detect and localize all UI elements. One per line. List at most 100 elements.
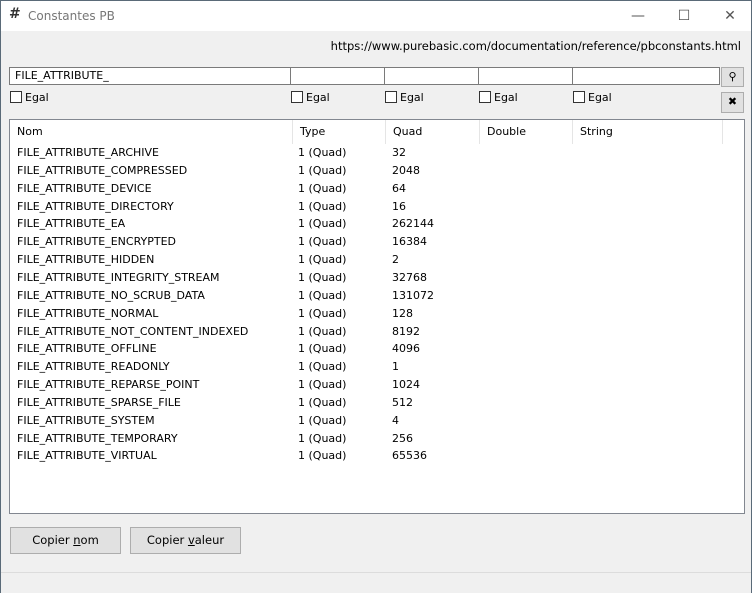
filter-string-input[interactable] — [572, 67, 720, 85]
window-title: Constantes PB — [28, 9, 115, 23]
table-row[interactable]: FILE_ATTRIBUTE_VIRTUAL 1 (Quad) 65536 — [10, 447, 744, 465]
cell-type: 1 (Quad) — [298, 181, 347, 195]
cell-type: 1 (Quad) — [298, 306, 347, 320]
table-row[interactable]: FILE_ATTRIBUTE_NORMAL 1 (Quad) 128 — [10, 305, 744, 323]
checkbox-label: Egal — [400, 90, 424, 104]
cell-name: FILE_ATTRIBUTE_ARCHIVE — [17, 146, 160, 159]
cell-type: 1 (Quad) — [298, 413, 347, 427]
table-row[interactable]: FILE_ATTRIBUTE_REPARSE_POINT 1 (Quad) 1024 — [10, 376, 744, 394]
cell-type: 1 (Quad) — [298, 449, 347, 463]
close-button[interactable]: ✕ — [707, 5, 752, 27]
table-row[interactable]: FILE_ATTRIBUTE_COMPRESSED 1 (Quad) 2048 — [10, 162, 744, 180]
table-row[interactable]: FILE_ATTRIBUTE_DEVICE 1 (Quad) 64 — [10, 180, 744, 198]
cell-type: 1 (Quad) — [298, 378, 347, 392]
mnemonic: v — [187, 533, 195, 547]
cell-type: 1 (Quad) — [298, 163, 347, 177]
button-label: Copier — [32, 533, 74, 547]
cell-name: FILE_ATTRIBUTE_TEMPORARY — [17, 431, 178, 445]
equal-checkbox-quad[interactable]: Egal — [385, 90, 424, 104]
table-row[interactable]: FILE_ATTRIBUTE_TEMPORARY 1 (Quad) 256 — [10, 430, 744, 448]
documentation-link[interactable]: https://www.purebasic.com/documentation/… — [331, 39, 741, 53]
filter-type-input[interactable] — [290, 67, 385, 85]
table-row[interactable]: FILE_ATTRIBUTE_READONLY 1 (Quad) 1 — [10, 358, 744, 376]
button-label: Copier — [146, 533, 188, 547]
cell-type: 1 (Quad) — [298, 288, 347, 302]
copy-name-button[interactable]: Copier nom — [10, 527, 121, 554]
title-bar: # Constantes PB — ☐ ✕ — [1, 1, 751, 31]
table-row[interactable]: FILE_ATTRIBUTE_HIDDEN 1 (Quad) 2 — [10, 251, 744, 269]
cell-name: FILE_ATTRIBUTE_READONLY — [17, 360, 170, 374]
cell-quad: 4096 — [392, 342, 420, 356]
maximize-button[interactable]: ☐ — [661, 5, 707, 27]
checkbox-label: Egal — [306, 90, 330, 104]
table-row[interactable]: FILE_ATTRIBUTE_NOT_CONTENT_INDEXED 1 (Qua… — [10, 323, 744, 341]
cell-name: FILE_ATTRIBUTE_SYSTEM — [17, 413, 155, 427]
cell-name: FILE_ATTRIBUTE_SPARSE_FILE — [17, 395, 181, 409]
search-button[interactable]: ⚲ — [721, 67, 744, 87]
equal-checkbox-string[interactable]: Egal — [573, 90, 612, 104]
constants-list[interactable]: Nom Type Quad Double String FILE_ATTRIBU… — [9, 119, 745, 514]
table-row[interactable]: FILE_ATTRIBUTE_ARCHIVE 1 (Quad) 32 — [10, 144, 744, 162]
table-row[interactable]: FILE_ATTRIBUTE_SYSTEM 1 (Quad) 4 — [10, 412, 744, 430]
table-row[interactable]: FILE_ATTRIBUTE_EA 1 (Quad) 262144 — [10, 215, 744, 233]
cell-name: FILE_ATTRIBUTE_NOT_CONTENT_INDEXED — [17, 324, 249, 338]
cell-name: FILE_ATTRIBUTE_ENCRYPTED — [17, 235, 177, 249]
clear-button[interactable]: ✖ — [721, 92, 744, 113]
column-header-type[interactable]: Type — [293, 120, 386, 144]
checkbox-label: Egal — [588, 90, 612, 104]
cell-name: FILE_ATTRIBUTE_REPARSE_POINT — [17, 378, 200, 392]
cell-quad: 4 — [392, 413, 399, 427]
cell-quad: 262144 — [392, 217, 434, 231]
filter-quad-input[interactable] — [384, 67, 479, 85]
mnemonic: n — [73, 533, 81, 547]
minimize-button[interactable]: — — [615, 5, 661, 27]
table-row[interactable]: FILE_ATTRIBUTE_SPARSE_FILE 1 (Quad) 512 — [10, 394, 744, 412]
equal-checkbox-double[interactable]: Egal — [479, 90, 518, 104]
cell-type: 1 (Quad) — [298, 253, 347, 267]
cell-type: 1 (Quad) — [298, 395, 347, 409]
table-row[interactable]: FILE_ATTRIBUTE_NO_SCRUB_DATA 1 (Quad) 1310… — [10, 287, 744, 305]
column-header-string[interactable]: String — [573, 120, 723, 144]
cell-name: FILE_ATTRIBUTE_NO_SCRUB_DATA — [17, 288, 205, 302]
cell-quad: 32768 — [392, 270, 427, 284]
checkbox-label: Egal — [494, 90, 518, 104]
table-row[interactable]: FILE_ATTRIBUTE_INTEGRITY_STREAM 1 (Quad) 3… — [10, 269, 744, 287]
cell-type: 1 (Quad) — [298, 342, 347, 356]
cell-quad: 2048 — [392, 163, 420, 177]
cell-quad: 8192 — [392, 324, 420, 338]
cell-type: 1 (Quad) — [298, 235, 347, 249]
cell-quad: 16 — [392, 199, 406, 213]
filter-name-input[interactable]: FILE_ATTRIBUTE_ — [9, 67, 291, 85]
filter-double-input[interactable] — [478, 67, 573, 85]
cell-type: 1 (Quad) — [298, 431, 347, 445]
cell-name: FILE_ATTRIBUTE_HIDDEN — [17, 253, 155, 267]
cell-type: 1 (Quad) — [298, 324, 347, 338]
cell-quad: 32 — [392, 146, 406, 159]
cell-quad: 512 — [392, 395, 413, 409]
cell-name: FILE_ATTRIBUTE_DEVICE — [17, 181, 152, 195]
column-header-double[interactable]: Double — [480, 120, 573, 144]
button-label: om — [80, 533, 99, 547]
button-label: aleur — [194, 533, 225, 547]
column-header-quad[interactable]: Quad — [386, 120, 480, 144]
equal-checkbox-type[interactable]: Egal — [291, 90, 330, 104]
cell-name: FILE_ATTRIBUTE_INTEGRITY_STREAM — [17, 270, 220, 284]
search-icon: ⚲ — [728, 70, 737, 83]
cell-type: 1 (Quad) — [298, 217, 347, 231]
table-row[interactable]: FILE_ATTRIBUTE_OFFLINE 1 (Quad) 4096 — [10, 340, 744, 358]
cell-name: FILE_ATTRIBUTE_VIRTUAL — [17, 449, 157, 463]
table-row[interactable]: FILE_ATTRIBUTE_ENCRYPTED 1 (Quad) 16384 — [10, 233, 744, 251]
column-header-nom[interactable]: Nom — [10, 120, 293, 144]
cell-name: FILE_ATTRIBUTE_OFFLINE — [17, 342, 157, 356]
equal-checkbox-name[interactable]: Egal — [10, 90, 49, 104]
cell-type: 1 (Quad) — [298, 199, 347, 213]
cell-type: 1 (Quad) — [298, 360, 347, 374]
cell-quad: 64 — [392, 181, 406, 195]
cell-name: FILE_ATTRIBUTE_EA — [17, 217, 126, 231]
cell-quad: 1024 — [392, 378, 420, 392]
table-row[interactable]: FILE_ATTRIBUTE_DIRECTORY 1 (Quad) 16 — [10, 198, 744, 216]
cell-quad: 65536 — [392, 449, 427, 463]
status-bar — [1, 572, 751, 593]
cell-name: FILE_ATTRIBUTE_COMPRESSED — [17, 163, 188, 177]
copy-value-button[interactable]: Copier valeur — [130, 527, 241, 554]
